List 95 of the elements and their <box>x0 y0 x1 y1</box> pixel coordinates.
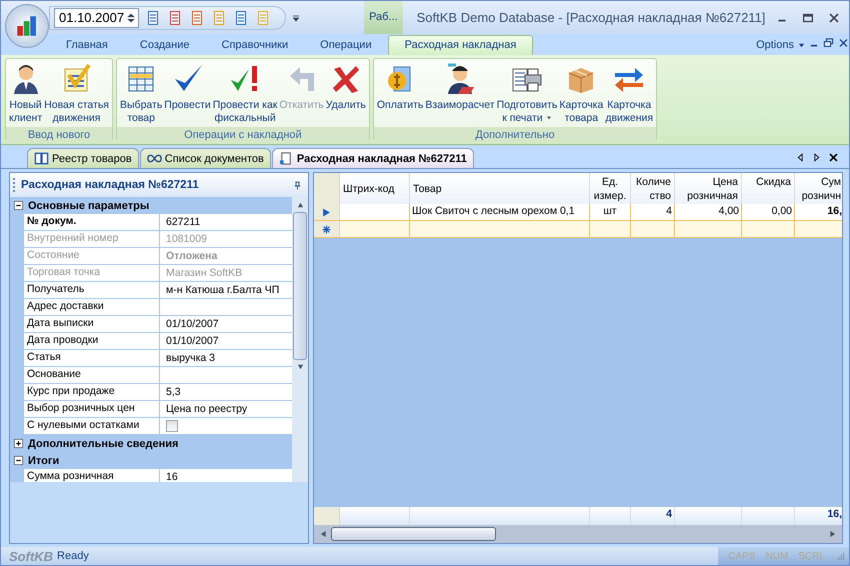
pin-icon[interactable] <box>293 180 302 190</box>
scroll-right-icon[interactable] <box>812 152 821 163</box>
property-label: Состояние <box>24 248 160 264</box>
table-cell: 4,00 <box>675 204 742 220</box>
new-row-icon <box>322 224 331 234</box>
total-value: 4 <box>666 508 672 520</box>
resize-grip-icon <box>835 551 845 561</box>
customize-caret-icon[interactable] <box>292 12 300 22</box>
property-value[interactable]: 627211 <box>160 214 292 230</box>
vertical-scrollbar[interactable] <box>292 197 308 482</box>
property-label: Торговая точка <box>24 265 160 281</box>
property-label: Основание <box>24 367 160 383</box>
group-title: Ввод нового <box>6 127 112 143</box>
ribbon-tab[interactable]: Создание <box>124 36 206 55</box>
property-value[interactable]: 01/10/2007 <box>160 316 292 332</box>
footer-corner <box>314 507 340 525</box>
table-cell: 4 <box>631 204 675 220</box>
ribbon-button[interactable]: Удалить <box>324 61 367 114</box>
property-value[interactable]: выручка 3 <box>160 350 292 366</box>
minimized-tab[interactable]: Раб... <box>364 1 403 34</box>
close-icon[interactable] <box>828 152 839 163</box>
ribbon-button[interactable]: Взаиморасчет <box>424 61 496 114</box>
ribbon-tab[interactable]: Справочники <box>206 36 304 55</box>
status-text: Ready <box>57 550 89 562</box>
scroll-up-icon[interactable] <box>296 202 304 208</box>
property-value[interactable]: Цена по реестру <box>160 401 292 417</box>
options-menu[interactable]: Options <box>756 39 794 55</box>
property-value: Отложена <box>160 248 292 264</box>
ribbon-button[interactable]: Провести как фискальный <box>212 61 278 127</box>
scroll-thumb[interactable] <box>293 212 307 360</box>
document-tab[interactable]: Список документов <box>140 148 271 168</box>
property-label: Статья <box>24 350 160 366</box>
group-title: Дополнительно <box>374 127 656 143</box>
ribbon-button[interactable]: Новый клиент <box>8 61 44 127</box>
collapse-icon[interactable] <box>14 456 23 465</box>
key-indicator: SCRL <box>798 550 825 562</box>
app-menu-button[interactable] <box>5 4 49 48</box>
horizontal-scrollbar[interactable] <box>314 525 842 543</box>
property-value[interactable]: 16 <box>160 469 292 482</box>
table-row[interactable]: Шок Свиточ с лесным орехом 0,1 шт 4 4,00 0,00 16, <box>314 204 842 221</box>
document-tab[interactable]: Расходная накладная №627211 <box>272 148 474 168</box>
header-corner <box>314 173 340 204</box>
ribbon-button[interactable]: Провести <box>163 61 212 114</box>
property-label: С нулевыми остатками <box>24 418 160 434</box>
property-value: Магазин SoftKB <box>160 265 292 281</box>
grip-handle[interactable] <box>13 178 16 192</box>
section-title: Итоги <box>28 454 60 466</box>
table-cell: 16, <box>795 204 842 220</box>
property-label: Адрес доставки <box>24 299 160 315</box>
caret-icon[interactable] <box>798 42 805 49</box>
property-label: Дата выписки <box>24 316 160 332</box>
property-label: Курс при продаже <box>24 384 160 400</box>
total-value: 16, <box>827 508 842 520</box>
key-indicator: CAPS <box>728 550 756 562</box>
table-cell: 0,00 <box>742 204 795 220</box>
close-icon[interactable] <box>838 37 849 49</box>
ribbon-button[interactable]: Выбрать товар <box>119 61 164 127</box>
ribbon-button[interactable]: Подготовить к печати <box>496 61 558 127</box>
property-value[interactable]: 01/10/2007 <box>160 333 292 349</box>
window-title: SoftKB Demo Database - [Расходная накладная №627211] <box>416 10 766 25</box>
ribbon-button[interactable]: Новая статья движения <box>43 61 110 127</box>
section-title: Дополнительные сведения <box>28 438 178 450</box>
ribbon-tab[interactable]: Главная <box>50 36 124 55</box>
property-label: Получатель <box>24 282 160 298</box>
book-icon <box>34 151 49 166</box>
section-title: Основные параметры <box>28 200 150 212</box>
ribbon-button[interactable]: Оплатить <box>376 61 424 114</box>
scroll-thumb[interactable] <box>331 527 496 541</box>
expand-icon[interactable] <box>14 439 23 448</box>
scroll-down-icon[interactable] <box>296 364 304 370</box>
ribbon-button[interactable]: Карточка товара <box>558 61 604 127</box>
date-field[interactable]: 01.10.2007 <box>54 8 140 28</box>
panel-title: Расходная накладная №627211 <box>21 179 200 191</box>
key-indicator: NUM <box>766 550 788 562</box>
collapse-icon[interactable] <box>14 201 23 210</box>
document-tab[interactable]: Реестр товаров <box>27 148 139 168</box>
group-title: Операции с накладной <box>117 127 369 143</box>
table-cell: шт <box>590 204 631 220</box>
property-label: № докум. <box>24 214 160 230</box>
ribbon-button[interactable]: Карточка движения <box>604 61 654 127</box>
property-label: Выбор розничных цен <box>24 401 160 417</box>
property-value: 1081009 <box>160 231 292 247</box>
checkbox[interactable] <box>166 420 178 432</box>
close-icon[interactable] <box>827 10 841 24</box>
ribbon-tab[interactable]: Операции <box>304 36 388 55</box>
brand-logo: SoftKB <box>9 548 54 564</box>
property-label: Внутренний номер <box>24 231 160 247</box>
scroll-left-icon[interactable] <box>796 152 805 163</box>
table-cell: Шок Свиточ с лесным орехом 0,1 <box>410 204 590 220</box>
restore-icon[interactable] <box>823 37 834 49</box>
property-value[interactable]: м-н Катюша г.Балта ЧП <box>160 282 292 298</box>
property-value[interactable]: 5,3 <box>160 384 292 400</box>
ribbon-tab[interactable]: Расходная накладная <box>388 35 534 55</box>
property-label: Сумма розничная <box>24 469 160 482</box>
property-label: Дата проводки <box>24 333 160 349</box>
